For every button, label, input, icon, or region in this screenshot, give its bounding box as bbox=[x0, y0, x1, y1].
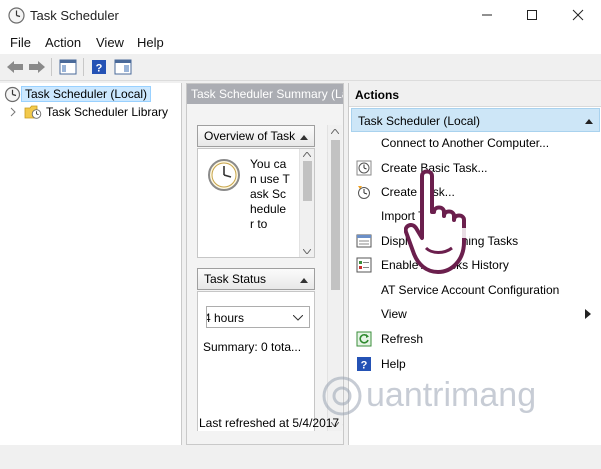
chevron-down-icon bbox=[293, 315, 303, 321]
collapse-arrow-icon bbox=[300, 278, 308, 283]
menu-action[interactable]: Action bbox=[45, 35, 81, 50]
back-arrow-icon bbox=[7, 61, 23, 73]
hand-pointer-icon bbox=[404, 169, 476, 274]
scroll-thumb[interactable] bbox=[331, 140, 340, 290]
tree-item-label: Task Scheduler (Local) bbox=[21, 86, 152, 102]
task-status-section-header[interactable]: Task Status bbox=[197, 268, 315, 290]
maximize-icon bbox=[527, 10, 537, 20]
help-toolbar-button[interactable]: ? bbox=[89, 57, 109, 77]
overview-section-header[interactable]: Overview of Task Scheduler bbox=[197, 125, 315, 147]
action-label: Refresh bbox=[381, 332, 424, 346]
folder-clock-icon bbox=[24, 105, 42, 119]
action-label: Connect to Another Computer... bbox=[381, 136, 550, 150]
task-status-title: Task Status bbox=[204, 272, 267, 286]
status-period-select[interactable]: 4 hours bbox=[206, 306, 310, 328]
collapse-arrow-icon bbox=[585, 119, 593, 124]
console-tree-icon bbox=[59, 59, 77, 75]
submenu-arrow-icon bbox=[585, 309, 591, 319]
title-bar: Task Scheduler bbox=[0, 0, 601, 32]
summary-pane-header: Task Scheduler Summary (Las bbox=[187, 84, 343, 104]
status-period-value: 4 hours bbox=[206, 311, 245, 325]
toolbar-separator bbox=[83, 58, 84, 76]
history-icon bbox=[356, 257, 372, 273]
scroll-down-icon bbox=[303, 249, 311, 254]
console-tree-pane: Task Scheduler (Local) Task Scheduler Li… bbox=[0, 83, 182, 445]
action-label: Help bbox=[381, 357, 406, 371]
collapse-arrow-icon bbox=[300, 135, 308, 140]
watermark-logo-icon bbox=[322, 376, 362, 416]
svg-text:?: ? bbox=[96, 63, 103, 75]
action-connect-to-another-computer[interactable]: Connect to Another Computer... bbox=[349, 132, 601, 154]
tree-item-task-scheduler-local[interactable]: Task Scheduler (Local) bbox=[4, 85, 152, 103]
toolbar: ? bbox=[0, 54, 601, 81]
menu-bar: File Action View Help bbox=[0, 32, 601, 54]
maximize-button[interactable] bbox=[509, 0, 555, 30]
menu-help[interactable]: Help bbox=[137, 35, 164, 50]
running-tasks-icon bbox=[356, 234, 372, 248]
overview-scrollbar[interactable] bbox=[299, 149, 314, 257]
action-at-service-account-configuration[interactable]: AT Service Account Configuration bbox=[349, 279, 601, 301]
forward-arrow-icon bbox=[29, 61, 45, 73]
action-pane-icon bbox=[114, 59, 132, 75]
task-scheduler-clock-icon bbox=[4, 86, 21, 102]
actions-group-title: Task Scheduler (Local) bbox=[358, 114, 481, 128]
expand-chevron-icon[interactable] bbox=[8, 107, 18, 117]
refresh-icon bbox=[356, 331, 372, 347]
watermark: uantrimang bbox=[320, 370, 590, 430]
actions-pane-header: Actions bbox=[349, 83, 601, 107]
scroll-up-icon bbox=[331, 129, 339, 134]
tree-item-task-scheduler-library[interactable]: Task Scheduler Library bbox=[8, 103, 172, 121]
tree-item-label: Task Scheduler Library bbox=[46, 105, 169, 119]
overview-section-title: Overview of Task Scheduler bbox=[204, 129, 296, 146]
clock-icon bbox=[208, 159, 240, 191]
minimize-button[interactable] bbox=[464, 0, 510, 30]
help-icon: ? bbox=[92, 60, 106, 75]
action-refresh[interactable]: Refresh bbox=[349, 328, 601, 350]
task-scheduler-clock-icon bbox=[8, 7, 25, 24]
task-status-section-body: 4 hours Summary: 0 tota... bbox=[197, 291, 315, 431]
toolbar-separator bbox=[51, 58, 52, 76]
action-label: AT Service Account Configuration bbox=[381, 283, 560, 297]
action-view[interactable]: View bbox=[349, 303, 601, 325]
scroll-thumb[interactable] bbox=[303, 161, 312, 201]
menu-view[interactable]: View bbox=[96, 35, 124, 50]
scroll-up-icon bbox=[303, 152, 311, 157]
close-icon bbox=[572, 9, 584, 21]
back-button[interactable] bbox=[5, 57, 25, 77]
window-title: Task Scheduler bbox=[30, 8, 119, 23]
watermark-text: uantrimang bbox=[366, 376, 537, 414]
action-label: View bbox=[381, 307, 407, 321]
forward-button[interactable] bbox=[27, 57, 47, 77]
menu-file[interactable]: File bbox=[10, 35, 31, 50]
status-summary-text: Summary: 0 tota... bbox=[203, 340, 302, 354]
actions-group-header[interactable]: Task Scheduler (Local) bbox=[351, 108, 600, 132]
overview-section-body: You can use Task Scheduler to bbox=[197, 148, 315, 258]
overview-description: You can use Task Scheduler to bbox=[250, 157, 290, 231]
show-hide-console-tree-button[interactable] bbox=[58, 57, 78, 77]
show-hide-action-pane-button[interactable] bbox=[113, 57, 133, 77]
basic-task-icon bbox=[356, 160, 372, 176]
close-button[interactable] bbox=[555, 0, 601, 30]
minimize-icon bbox=[482, 14, 492, 16]
create-task-icon bbox=[358, 186, 370, 199]
